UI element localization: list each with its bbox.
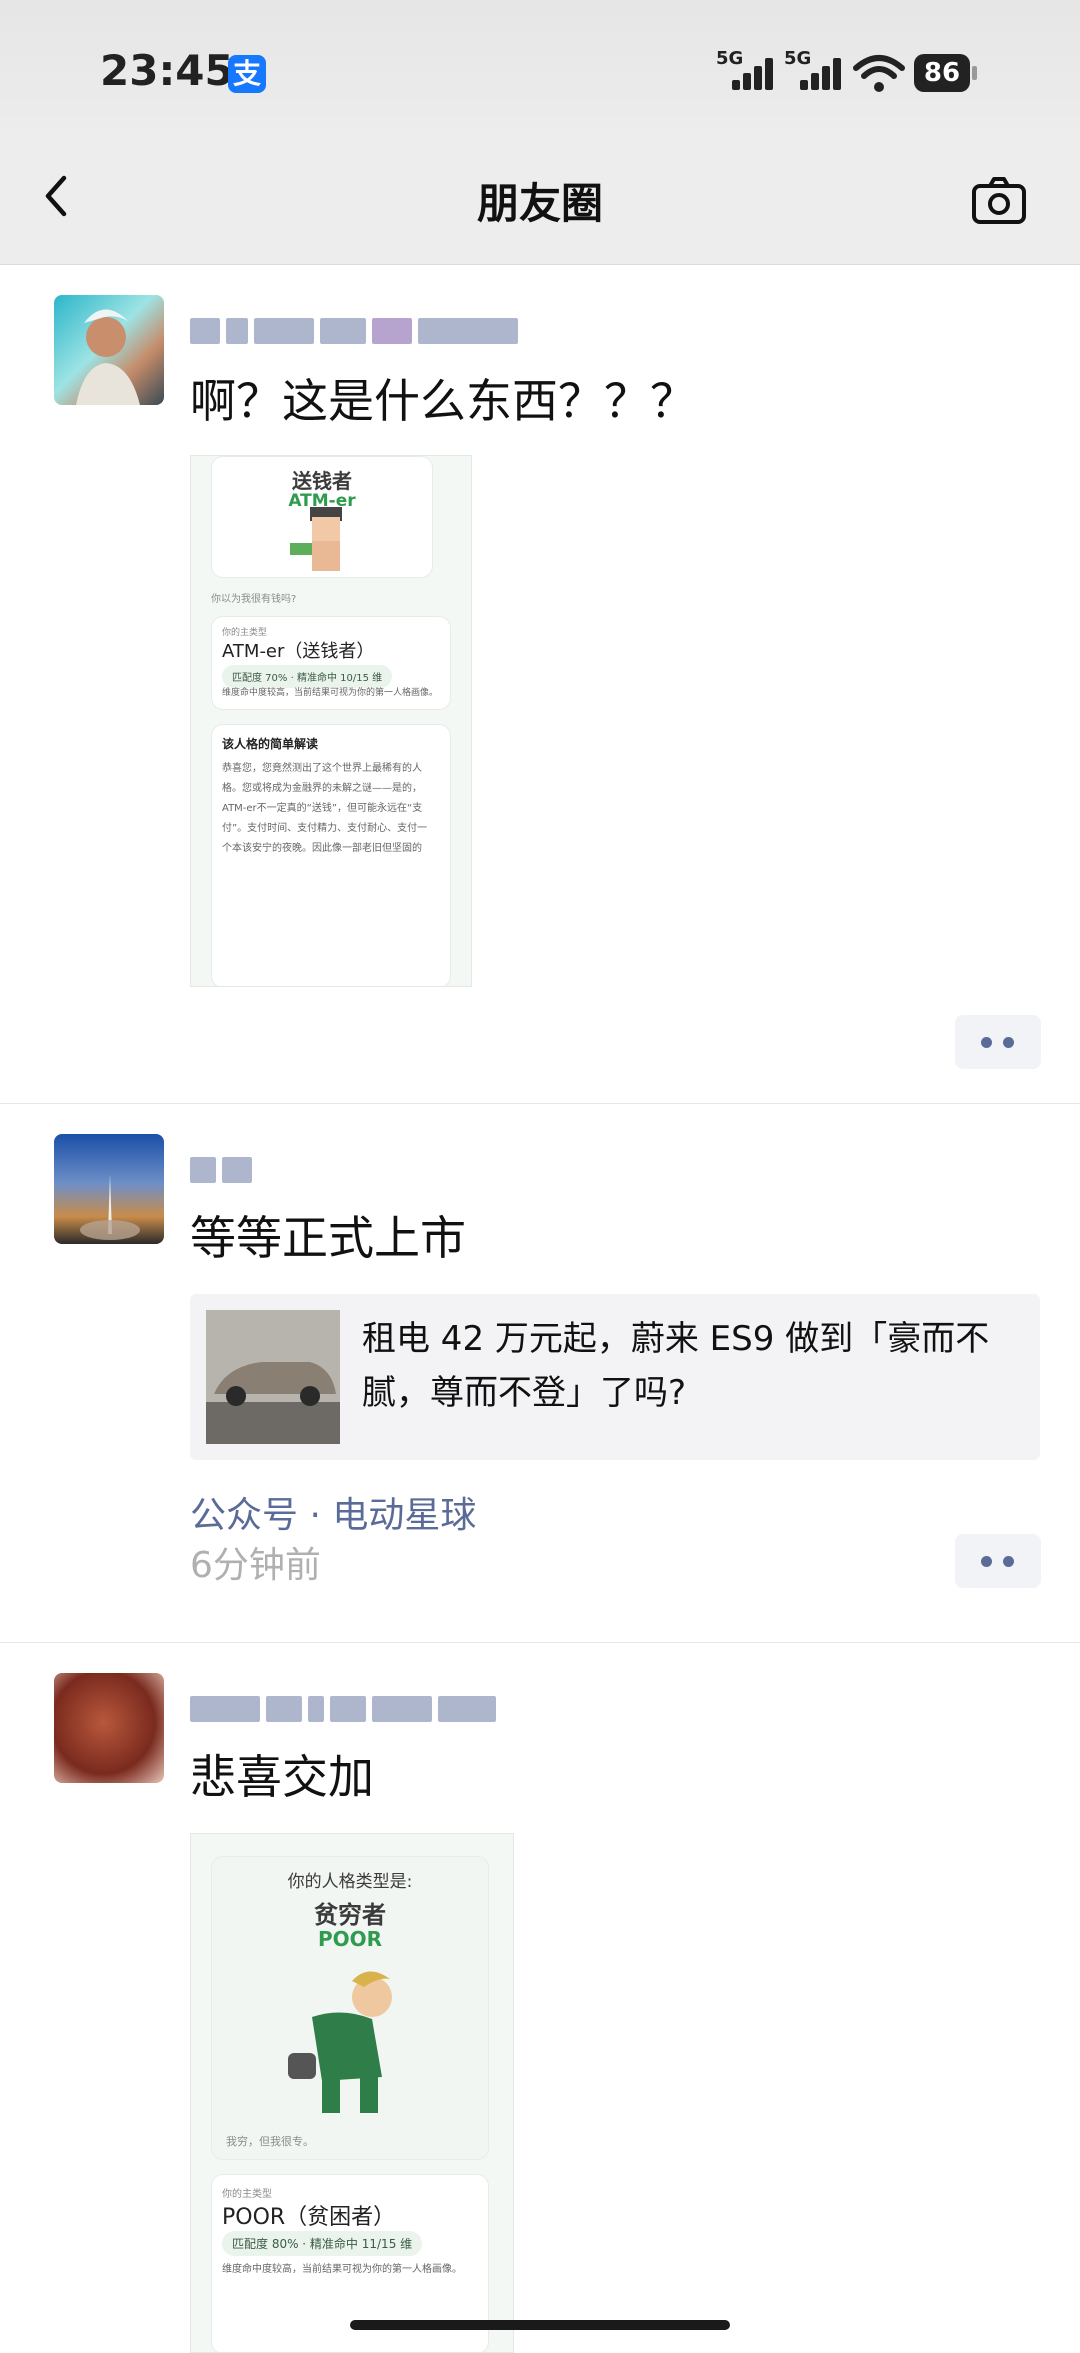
signal-icon (732, 58, 776, 90)
nickname-redacted[interactable] (190, 1689, 496, 1729)
post-text: 啊？这是什么东西？？？ (190, 374, 696, 428)
main-type-card: 你的主类型 ATM-er（送钱者） 匹配度 70% · 精准命中 10/15 维… (211, 616, 451, 710)
more-actions-button[interactable] (955, 1015, 1041, 1069)
wifi-icon (853, 55, 905, 92)
avatar[interactable] (54, 1134, 164, 1244)
interpretation-card: 该人格的简单解读 恭喜您，您竟然测出了这个世界上最稀有的人 格。您或将成为金融界… (211, 724, 451, 986)
result-caption: 你以为我很有钱吗? (211, 594, 297, 605)
main-type-label: 你的主类型 (222, 2189, 272, 2200)
result-title: 送钱者 (292, 469, 352, 493)
moment-post-3: 悲喜交加 你的人格类型是: 贫穷者 POOR 我穷，但我很专。 你的主类型 PO… (0, 1643, 1080, 2353)
alipay-icon: 支 (228, 55, 266, 93)
result-header: 你的人格类型是: (287, 1872, 413, 1892)
paragraph-line: 付”。支付时间、支付精力、支付耐心、支付一 (222, 823, 428, 834)
result-note: 维度命中度较高，当前结果可视为你的第一人格画像。 (222, 2264, 462, 2275)
character-illustration (290, 507, 342, 571)
result-caption: 我穷，但我很专。 (226, 2135, 314, 2148)
section-title: 该人格的简单解读 (222, 737, 319, 751)
paragraph-line: 格。您或将成为金融界的未解之谜——是的， (222, 783, 422, 794)
paragraph-line: 恭喜您，您竟然测出了这个世界上最稀有的人 (222, 763, 422, 774)
more-actions-button[interactable] (955, 1534, 1041, 1588)
match-pill: 匹配度 70% · 精准命中 10/15 维 (222, 665, 393, 688)
result-note: 维度命中度较高，当前结果可视为你的第一人格画像。 (222, 688, 439, 698)
nickname-redacted[interactable] (190, 311, 518, 351)
moment-post-2: 等等正式上市 租电 42 万元起，蔚来 ES9 做到「豪而不腻，尊而不登」了吗?… (0, 1104, 1080, 1643)
page-title: 朋友圈 (476, 179, 603, 228)
result-card: 送钱者 ATM-er (211, 456, 433, 578)
avatar[interactable] (54, 295, 164, 405)
avatar[interactable] (54, 1673, 164, 1783)
post-text: 悲喜交加 (190, 1750, 374, 1804)
result-subtitle: POOR (317, 1927, 383, 1951)
post-image-screenshot[interactable]: 送钱者 ATM-er 你以为我很有钱吗? 你的主类型 ATM-er（送钱者） 匹… (190, 455, 472, 987)
main-type: POOR（贫困者） (222, 2205, 396, 2230)
post-text: 等等正式上市 (190, 1211, 466, 1265)
status-bar: 23:45 支 5G 5G 86 (0, 0, 1080, 130)
nickname-redacted[interactable] (190, 1150, 252, 1190)
article-thumbnail (206, 1310, 340, 1444)
match-pill: 匹配度 80% · 精准命中 11/15 维 (222, 2231, 423, 2256)
paragraph-line: 个本该安宁的夜晚。因此像一部老旧但坚固的 (222, 843, 422, 854)
post-time: 6分钟前 (190, 1545, 321, 1586)
paragraph-line: ATM-er不一定真的“送钱”，但可能永远在“支 (222, 803, 423, 814)
article-title: 租电 42 万元起，蔚来 ES9 做到「豪而不腻，尊而不登」了吗? (362, 1319, 990, 1413)
article-source[interactable]: 公众号 · 电动星球 (190, 1486, 476, 1538)
camera-icon[interactable] (968, 170, 1030, 232)
battery-level: 86 (914, 54, 970, 92)
moment-post-1: 啊？这是什么东西？？？ 送钱者 ATM-er 你以为我很有钱吗? 你的主类型 A… (0, 265, 1080, 1104)
main-type: ATM-er（送钱者） (222, 641, 375, 662)
post-image-screenshot[interactable]: 你的人格类型是: 贫穷者 POOR 我穷，但我很专。 你的主类型 POOR（贫困… (190, 1833, 514, 2353)
article-link-card[interactable]: 租电 42 万元起，蔚来 ES9 做到「豪而不腻，尊而不登」了吗? (190, 1294, 1040, 1460)
character-illustration (288, 1971, 392, 2113)
signal-icon-2 (800, 58, 844, 90)
battery-tip (972, 66, 977, 80)
result-card: 你的人格类型是: 贫穷者 POOR 我穷，但我很专。 (211, 1856, 489, 2160)
nav-bar: 朋友圈 (0, 130, 1080, 265)
home-indicator (350, 2320, 730, 2330)
status-time: 23:45 (100, 46, 234, 95)
result-title: 贫穷者 (314, 1901, 386, 1929)
